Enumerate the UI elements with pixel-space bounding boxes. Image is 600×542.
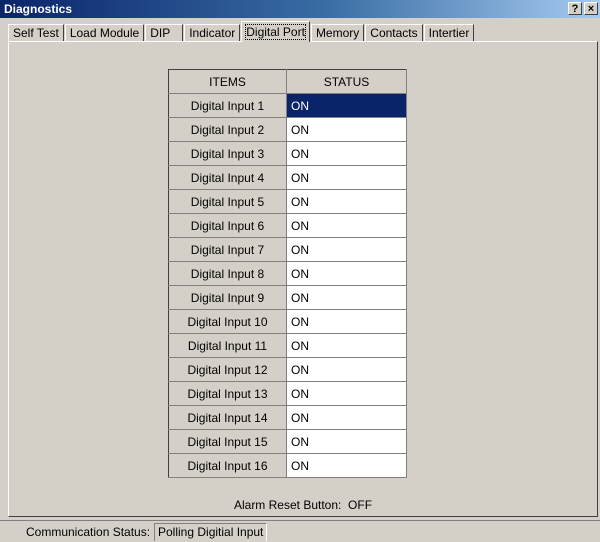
row-header[interactable]: Digital Input 1	[168, 93, 287, 118]
table-row: Digital Input 7 ON	[168, 237, 407, 262]
tab-label: Contacts	[370, 26, 418, 40]
close-button[interactable]: ×	[584, 2, 598, 15]
status-cell[interactable]: ON	[286, 405, 407, 430]
status-cell[interactable]: ON	[286, 285, 407, 310]
tab-label: DIP	[150, 26, 171, 40]
table-row: Digital Input 4 ON	[168, 165, 407, 190]
tab-dip[interactable]: DIP	[145, 24, 184, 42]
table-row: Digital Input 8 ON	[168, 261, 407, 286]
digital-input-grid: ITEMS STATUS Digital Input 1 ON Digital I…	[168, 69, 407, 478]
row-header[interactable]: Digital Input 11	[168, 333, 287, 358]
tab-memory[interactable]: Memory	[310, 24, 365, 42]
status-cell[interactable]: ON	[286, 165, 407, 190]
row-header[interactable]: Digital Input 5	[168, 189, 287, 214]
table-row: Digital Input 16 ON	[168, 453, 407, 478]
status-cell[interactable]: ON	[286, 237, 407, 262]
row-header[interactable]: Digital Input 12	[168, 357, 287, 382]
tab-label: Self Test	[13, 26, 59, 40]
communication-status-value: Polling Digitial Input	[154, 523, 268, 541]
row-header[interactable]: Digital Input 4	[168, 165, 287, 190]
tab-indicator[interactable]: Indicator	[184, 24, 241, 42]
tab-label: Memory	[315, 26, 360, 40]
status-cell[interactable]: ON	[286, 333, 407, 358]
row-header[interactable]: Digital Input 16	[168, 453, 287, 478]
status-bar: Communication Status: Polling Digitial I…	[0, 520, 600, 542]
status-cell[interactable]: ON	[286, 117, 407, 142]
table-row: Digital Input 11 ON	[168, 333, 407, 358]
grid-header-row: ITEMS STATUS	[168, 69, 407, 94]
title-bar: Diagnostics ? ×	[0, 0, 600, 18]
table-row: Digital Input 14 ON	[168, 405, 407, 430]
status-cell[interactable]: ON	[286, 93, 407, 118]
table-row: Digital Input 15 ON	[168, 429, 407, 454]
tab-intertier[interactable]: Intertier	[423, 24, 475, 42]
row-header[interactable]: Digital Input 7	[168, 237, 287, 262]
tab-strip: Self Test Load Module DIP Indicator Digi…	[8, 20, 475, 42]
row-header[interactable]: Digital Input 2	[168, 117, 287, 142]
communication-status-label: Communication Status:	[26, 525, 151, 539]
row-header[interactable]: Digital Input 15	[168, 429, 287, 454]
row-header[interactable]: Digital Input 3	[168, 141, 287, 166]
alarm-reset-value: OFF	[348, 498, 373, 512]
row-header[interactable]: Digital Input 10	[168, 309, 287, 334]
tab-label: Indicator	[189, 26, 236, 40]
row-header[interactable]: Digital Input 6	[168, 213, 287, 238]
table-row: Digital Input 12 ON	[168, 357, 407, 382]
help-button[interactable]: ?	[568, 2, 582, 15]
row-header[interactable]: Digital Input 14	[168, 405, 287, 430]
row-header[interactable]: Digital Input 9	[168, 285, 287, 310]
tab-digital-port[interactable]: Digital Port	[241, 21, 310, 42]
status-cell[interactable]: ON	[286, 309, 407, 334]
table-row: Digital Input 1 ON	[168, 93, 407, 118]
status-cell[interactable]: ON	[286, 357, 407, 382]
table-row: Digital Input 2 ON	[168, 117, 407, 142]
tab-label: Intertier	[428, 26, 470, 40]
status-cell[interactable]: ON	[286, 261, 407, 286]
tab-contacts[interactable]: Contacts	[365, 24, 423, 42]
row-header[interactable]: Digital Input 13	[168, 381, 287, 406]
table-row: Digital Input 5 ON	[168, 189, 407, 214]
column-header-items[interactable]: ITEMS	[168, 69, 287, 94]
window-title: Diagnostics	[4, 2, 73, 16]
status-cell[interactable]: ON	[286, 429, 407, 454]
tab-panel: ITEMS STATUS Digital Input 1 ON Digital I…	[8, 41, 598, 517]
row-header[interactable]: Digital Input 8	[168, 261, 287, 286]
tab-label: Digital Port	[245, 24, 306, 40]
status-cell[interactable]: ON	[286, 189, 407, 214]
table-row: Digital Input 3 ON	[168, 141, 407, 166]
tab-label: Load Module	[69, 26, 140, 40]
status-cell[interactable]: ON	[286, 141, 407, 166]
tab-self-test[interactable]: Self Test	[8, 24, 64, 42]
table-row: Digital Input 6 ON	[168, 213, 407, 238]
tab-load-module[interactable]: Load Module	[64, 24, 145, 42]
table-row: Digital Input 9 ON	[168, 285, 407, 310]
table-row: Digital Input 10 ON	[168, 309, 407, 334]
alarm-reset-label: Alarm Reset Button:	[233, 498, 342, 512]
column-header-status[interactable]: STATUS	[286, 69, 407, 94]
status-cell[interactable]: ON	[286, 381, 407, 406]
alarm-reset-status: Alarm Reset Button: OFF	[9, 498, 597, 512]
table-row: Digital Input 13 ON	[168, 381, 407, 406]
status-cell[interactable]: ON	[286, 453, 407, 478]
status-cell[interactable]: ON	[286, 213, 407, 238]
